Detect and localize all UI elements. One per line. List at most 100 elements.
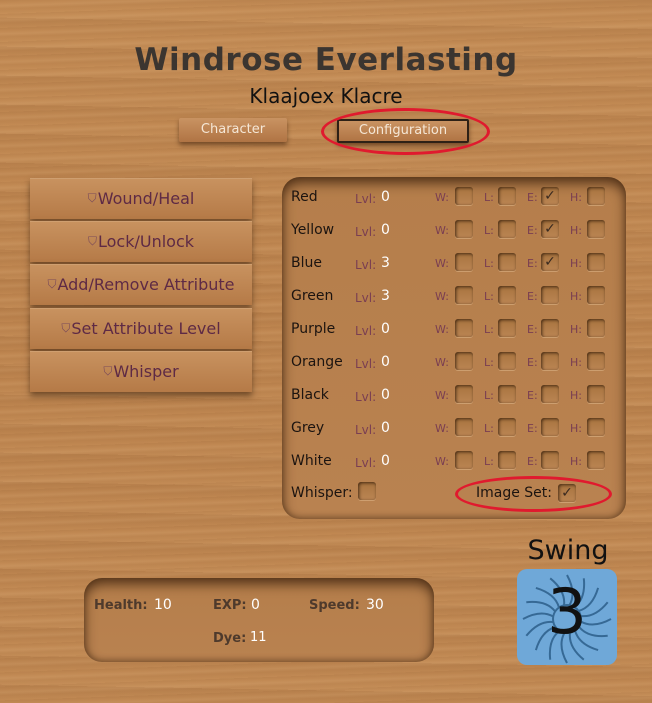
level-value[interactable]: 0 [381, 453, 390, 469]
shield-icon: ⛉ [87, 191, 97, 205]
flag-e-checkbox[interactable] [541, 451, 559, 469]
flag-h-checkbox[interactable] [587, 286, 605, 304]
flag-l-checkbox[interactable] [498, 187, 516, 205]
level-value[interactable]: 0 [381, 189, 390, 205]
attribute-name: Grey [291, 420, 325, 436]
highlight-ring-image-set [455, 476, 612, 512]
flag-e-checkbox[interactable]: ✓ [541, 220, 559, 238]
flag-w-checkbox[interactable] [455, 286, 473, 304]
set-attribute-level-button[interactable]: ⛉Set Attribute Level [30, 308, 252, 349]
flag-l-label: L: [484, 389, 494, 402]
flag-e-checkbox[interactable]: ✓ [541, 253, 559, 271]
flag-w-checkbox[interactable] [455, 451, 473, 469]
dye-label: Dye: [213, 631, 247, 646]
flag-w-checkbox[interactable] [455, 385, 473, 403]
flag-l-checkbox[interactable] [498, 319, 516, 337]
flag-e-checkbox[interactable] [541, 418, 559, 436]
whisper-checkbox[interactable] [358, 482, 376, 500]
flag-e-label: E: [527, 389, 538, 402]
level-label: Lvl: [355, 390, 377, 404]
flag-w-label: W: [435, 422, 449, 435]
flag-h-label: H: [570, 290, 582, 303]
flag-e-checkbox[interactable] [541, 352, 559, 370]
flag-w-checkbox[interactable] [455, 220, 473, 238]
flag-e-label: E: [527, 257, 538, 270]
level-value[interactable]: 0 [381, 420, 390, 436]
level-value[interactable]: 0 [381, 354, 390, 370]
flag-h-label: H: [570, 224, 582, 237]
flag-h-label: H: [570, 257, 582, 270]
attribute-name: Blue [291, 255, 322, 271]
whisper-button[interactable]: ⛉Whisper [30, 351, 252, 392]
flag-l-label: L: [484, 422, 494, 435]
flag-h-checkbox[interactable] [587, 451, 605, 469]
level-value[interactable]: 0 [381, 222, 390, 238]
flag-l-checkbox[interactable] [498, 253, 516, 271]
lock-unlock-label: Lock/Unlock [97, 232, 195, 251]
shield-icon: ⛉ [61, 321, 71, 335]
tab-character[interactable]: Character [179, 118, 287, 142]
flag-w-label: W: [435, 323, 449, 336]
flag-e-label: E: [527, 290, 538, 303]
flag-w-label: W: [435, 389, 449, 402]
attribute-name: Green [291, 288, 334, 304]
wound-heal-button[interactable]: ⛉Wound/Heal [30, 178, 252, 219]
flag-w-checkbox[interactable] [455, 418, 473, 436]
shield-icon: ⛉ [87, 234, 97, 248]
flag-w-label: W: [435, 257, 449, 270]
flag-h-checkbox[interactable] [587, 253, 605, 271]
flag-l-checkbox[interactable] [498, 385, 516, 403]
flag-l-checkbox[interactable] [498, 352, 516, 370]
flag-w-checkbox[interactable] [455, 319, 473, 337]
flag-h-label: H: [570, 422, 582, 435]
level-value[interactable]: 3 [381, 288, 390, 304]
swing-value: 3 [547, 575, 587, 648]
level-label: Lvl: [355, 357, 377, 371]
level-value[interactable]: 0 [381, 321, 390, 337]
flag-e-label: E: [527, 356, 538, 369]
flag-h-checkbox[interactable] [587, 385, 605, 403]
flag-l-checkbox[interactable] [498, 286, 516, 304]
attribute-row-red: Red Lvl: 0 W: L: E: ✓ H: [282, 186, 626, 212]
exp-label: EXP: [213, 598, 247, 613]
set-attribute-level-label: Set Attribute Level [71, 319, 221, 338]
whisper-checkbox-label: Whisper: [291, 485, 353, 501]
flag-e-checkbox[interactable] [541, 286, 559, 304]
flag-l-label: L: [484, 257, 494, 270]
flag-h-checkbox[interactable] [587, 418, 605, 436]
level-value[interactable]: 3 [381, 255, 390, 271]
flag-w-checkbox[interactable] [455, 352, 473, 370]
level-value[interactable]: 0 [381, 387, 390, 403]
flag-l-checkbox[interactable] [498, 451, 516, 469]
flag-h-checkbox[interactable] [587, 319, 605, 337]
level-label: Lvl: [355, 291, 377, 305]
flag-h-checkbox[interactable] [587, 187, 605, 205]
flag-l-label: L: [484, 455, 494, 468]
character-name: Klaajoex Klacre [249, 84, 403, 108]
attribute-row-white: White Lvl: 0 W: L: E: H: [282, 450, 626, 476]
dye-value: 11 [250, 630, 267, 645]
lock-unlock-button[interactable]: ⛉Lock/Unlock [30, 221, 252, 262]
attribute-name: Purple [291, 321, 336, 337]
flag-w-checkbox[interactable] [455, 187, 473, 205]
flag-l-label: L: [484, 290, 494, 303]
add-remove-attribute-button[interactable]: ⛉Add/Remove Attribute [30, 264, 252, 305]
flag-e-checkbox[interactable] [541, 319, 559, 337]
flag-h-checkbox[interactable] [587, 220, 605, 238]
flag-e-checkbox[interactable] [541, 385, 559, 403]
speed-label: Speed: [309, 598, 360, 613]
flag-e-checkbox[interactable]: ✓ [541, 187, 559, 205]
stats-panel: Health: 10 EXP: 0 Speed: 30 Dye: 11 [84, 578, 434, 662]
flag-w-checkbox[interactable] [455, 253, 473, 271]
highlight-ring-configuration [321, 108, 490, 155]
whisper-label: Whisper [113, 362, 179, 381]
level-label: Lvl: [355, 423, 377, 437]
attribute-name: Orange [291, 354, 343, 370]
flag-w-label: W: [435, 224, 449, 237]
flag-l-checkbox[interactable] [498, 418, 516, 436]
flag-l-checkbox[interactable] [498, 220, 516, 238]
attribute-row-green: Green Lvl: 3 W: L: E: H: [282, 285, 626, 311]
shield-icon: ⛉ [103, 364, 113, 378]
shield-icon: ⛉ [47, 277, 57, 291]
flag-h-checkbox[interactable] [587, 352, 605, 370]
